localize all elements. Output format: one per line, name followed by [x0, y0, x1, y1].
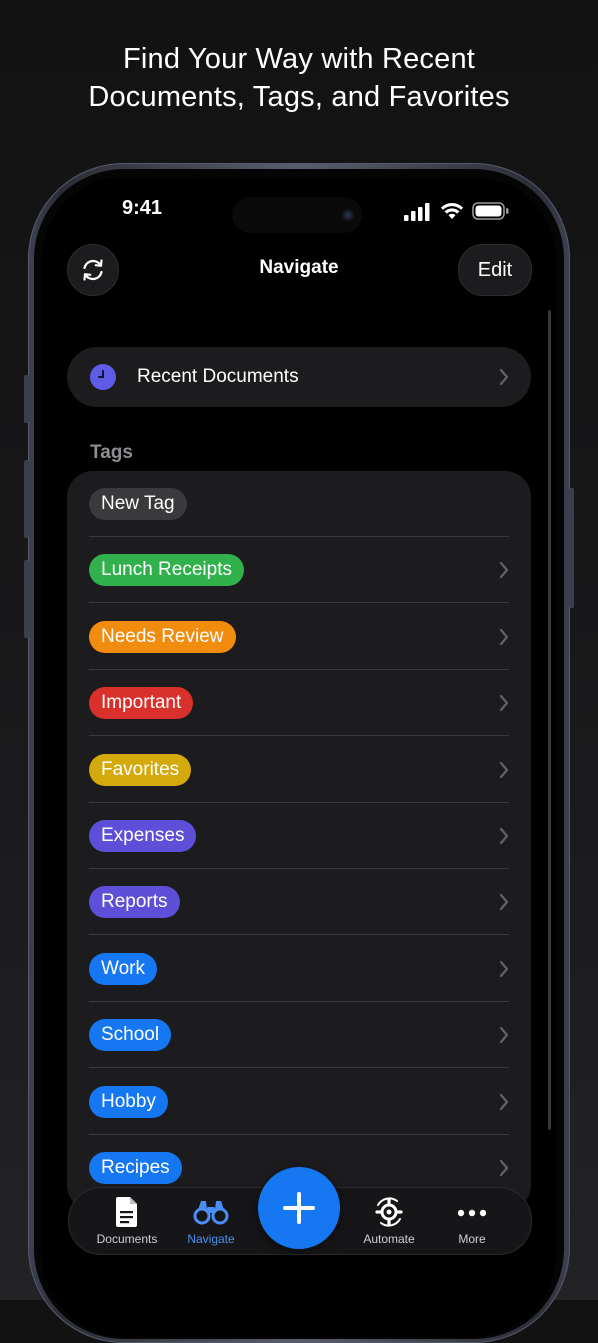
chevron-right-icon [499, 827, 509, 845]
tag-row[interactable]: Lunch Receipts [67, 537, 531, 604]
automate-gear-icon [375, 1197, 403, 1227]
tag-pill: Lunch Receipts [89, 554, 244, 587]
tags-list: New Tag Lunch Receipts Needs Review Importa… [67, 471, 531, 1211]
status-icons [404, 201, 514, 221]
tab-documents[interactable]: Documents [81, 1188, 173, 1254]
sync-icon [83, 259, 103, 281]
tag-row[interactable]: School [67, 1002, 531, 1069]
tab-documents-label: Documents [96, 1232, 158, 1246]
tab-more[interactable]: More [426, 1188, 518, 1254]
tag-pill: Important [89, 687, 194, 720]
tab-more-label: More [458, 1232, 486, 1246]
phone-volume-up-button [24, 460, 29, 538]
tag-pill: New Tag [89, 488, 187, 520]
status-time: 9:41 [121, 197, 163, 219]
battery-icon [472, 202, 509, 220]
tag-row[interactable]: Work [67, 936, 531, 1002]
tag-pill: Reports [89, 886, 180, 919]
tag-pill: Favorites [89, 753, 192, 786]
wifi-icon [440, 203, 464, 219]
tag-row[interactable]: Important [67, 670, 531, 737]
phone-volume-down-button [24, 560, 29, 638]
phone-power-button [569, 488, 574, 608]
page-title: Navigate [259, 257, 339, 278]
chevron-right-icon [499, 761, 509, 778]
plus-icon [283, 1192, 315, 1224]
tag-pill: Hobby [89, 1085, 168, 1118]
tag-row[interactable]: Favorites [67, 737, 531, 803]
front-camera [342, 209, 354, 221]
tag-pill: Recipes [89, 1152, 182, 1184]
chevron-right-icon [499, 368, 509, 386]
chevron-right-icon [499, 695, 509, 712]
binoculars-icon [193, 1201, 229, 1225]
tag-row[interactable]: New Tag [67, 471, 531, 537]
chevron-right-icon [499, 1027, 509, 1044]
clock-icon [90, 364, 116, 390]
tag-row[interactable]: Hobby [67, 1069, 531, 1135]
ellipsis-icon [457, 1209, 487, 1217]
tab-automate[interactable]: Automate [343, 1188, 435, 1254]
chevron-right-icon [499, 1159, 509, 1177]
tag-row[interactable]: Expenses [67, 803, 531, 869]
chevron-right-icon [499, 960, 509, 977]
add-button[interactable] [258, 1167, 340, 1249]
tag-pill: School [89, 1019, 172, 1052]
sync-button[interactable] [67, 244, 119, 296]
tag-pill: Expenses [89, 820, 197, 852]
tag-pill: Work [89, 952, 157, 985]
phone-action-button [24, 375, 29, 423]
page-headline: Find Your Way with Recent Documents, Tag… [0, 40, 598, 116]
recent-documents-label: Recent Documents [137, 366, 299, 387]
chevron-right-icon [499, 1093, 509, 1110]
headline-line-2: Documents, Tags, and Favorites [88, 81, 510, 113]
chevron-right-icon [499, 894, 509, 911]
tag-row[interactable]: Reports [67, 869, 531, 936]
tab-navigate-label: Navigate [187, 1232, 235, 1246]
phone-screen: 9:41 Navigate Edit Recent Documents Tags… [42, 177, 556, 1337]
tab-automate-label: Automate [363, 1232, 415, 1246]
document-icon [116, 1197, 137, 1227]
chevron-right-icon [499, 562, 509, 579]
tag-pill: Needs Review [89, 620, 236, 653]
signal-icon [404, 203, 430, 221]
chevron-right-icon [499, 628, 509, 645]
tag-row[interactable]: Needs Review [67, 604, 531, 670]
headline-line-1: Find Your Way with Recent [122, 43, 476, 75]
scroll-indicator[interactable] [548, 310, 551, 1130]
edit-button[interactable]: Edit [458, 244, 532, 296]
tab-navigate[interactable]: Navigate [165, 1188, 257, 1254]
recent-documents-row[interactable]: Recent Documents [67, 347, 531, 407]
tags-section-label: Tags [90, 442, 133, 463]
